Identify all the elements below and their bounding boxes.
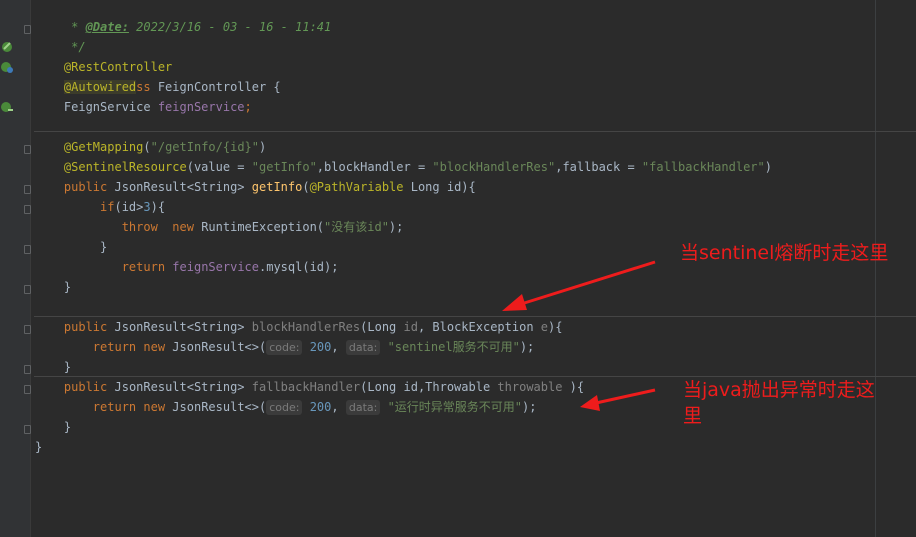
java-note-line2: 里 [683, 405, 703, 427]
arrow-to-block-handler [502, 260, 656, 311]
sentinel-note: 当sentinel熔断时走这里 [680, 242, 889, 264]
arrow-to-fallback-handler [580, 388, 656, 411]
java-note-line1: 当java抛出异常时走这 [683, 379, 875, 401]
annotation-arrows [502, 260, 656, 411]
